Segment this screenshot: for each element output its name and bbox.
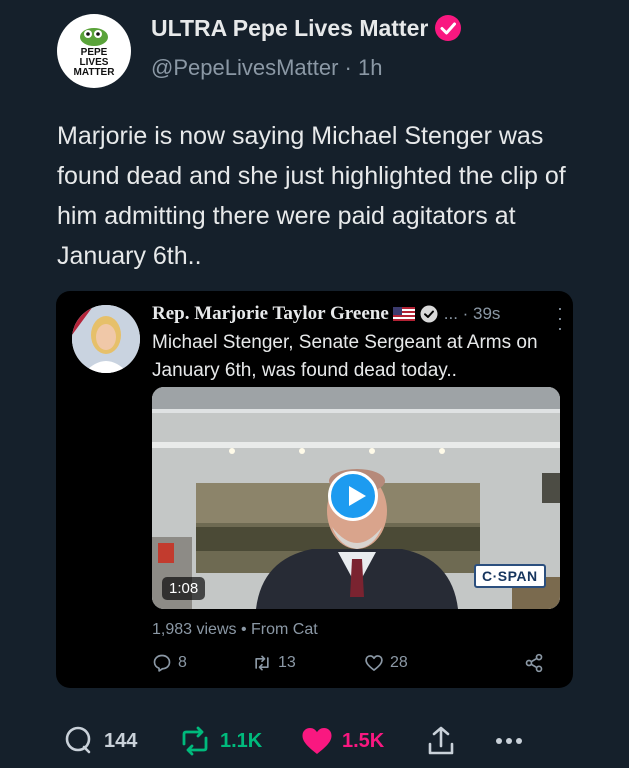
tweet-action-bar: 144 1.1K 1.5K xyxy=(0,718,629,762)
video-duration: 1:08 xyxy=(162,577,206,600)
quoted-display-name[interactable]: Rep. Marjorie Taylor Greene xyxy=(152,303,389,325)
quoted-share-button[interactable] xyxy=(524,653,550,673)
retweet-count: 1.1K xyxy=(220,729,263,752)
separator: · xyxy=(344,55,352,80)
play-button[interactable] xyxy=(328,471,378,521)
author-name-row: ULTRA Pepe Lives Matter xyxy=(151,14,462,42)
quoted-like-count: 28 xyxy=(390,654,408,671)
more-horizontal-icon xyxy=(496,738,522,744)
share-button[interactable] xyxy=(424,724,466,758)
retweet-icon xyxy=(182,726,208,756)
quoted-author-avatar[interactable] xyxy=(72,305,140,373)
quoted-text: Michael Stenger, Senate Sergeant at Arms… xyxy=(152,332,538,381)
retweet-icon xyxy=(255,655,269,671)
tweet-text: Marjorie is now saying Michael Stenger w… xyxy=(57,122,566,270)
more-options-icon[interactable]: · · · xyxy=(557,299,563,337)
verified-badge-icon xyxy=(434,14,462,42)
author-handle-row: @PepeLivesMatter · 1h xyxy=(151,55,382,81)
quoted-retweet-count: 13 xyxy=(278,654,296,671)
quoted-action-bar: 8 13 28 xyxy=(152,653,552,677)
quoted-views: 1,983 views • From Cat xyxy=(152,621,318,638)
like-button[interactable]: 1.5K xyxy=(300,724,384,758)
reply-button[interactable]: 144 xyxy=(62,724,137,758)
heart-icon xyxy=(365,655,383,671)
like-count: 1.5K xyxy=(342,729,385,752)
quoted-header: Rep. Marjorie Taylor Greene ... · 39s xyxy=(152,303,500,325)
cspan-watermark: C·SPAN xyxy=(474,564,546,588)
quoted-retweet-button[interactable]: 13 xyxy=(252,653,296,673)
heart-icon xyxy=(302,728,332,754)
author-display-name[interactable]: ULTRA Pepe Lives Matter xyxy=(151,15,428,42)
author-avatar[interactable]: PEPE LIVES MATTER xyxy=(57,14,131,88)
quoted-reply-button[interactable]: 8 xyxy=(152,653,187,673)
upload-share-icon xyxy=(428,726,454,755)
quoted-like-button[interactable]: 28 xyxy=(364,653,408,673)
reply-icon xyxy=(153,654,171,672)
tweet-time[interactable]: 1h xyxy=(358,55,382,80)
reply-count: 144 xyxy=(104,729,138,752)
share-icon xyxy=(525,653,543,673)
avatar-word: MATTER xyxy=(74,67,116,78)
author-handle[interactable]: @PepeLivesMatter xyxy=(151,55,338,80)
retweet-button[interactable]: 1.1K xyxy=(178,724,262,758)
video-player[interactable]: 1:08 C·SPAN xyxy=(152,387,560,609)
quoted-reply-count: 8 xyxy=(178,654,187,671)
quoted-meta: ... · 39s xyxy=(443,304,501,323)
us-flag-icon xyxy=(392,307,415,321)
quoted-tweet-card[interactable]: Rep. Marjorie Taylor Greene ... · 39s · ·… xyxy=(56,291,573,688)
quoted-verified-icon xyxy=(420,305,438,323)
reply-icon xyxy=(65,726,91,754)
more-menu-button[interactable] xyxy=(492,724,534,758)
